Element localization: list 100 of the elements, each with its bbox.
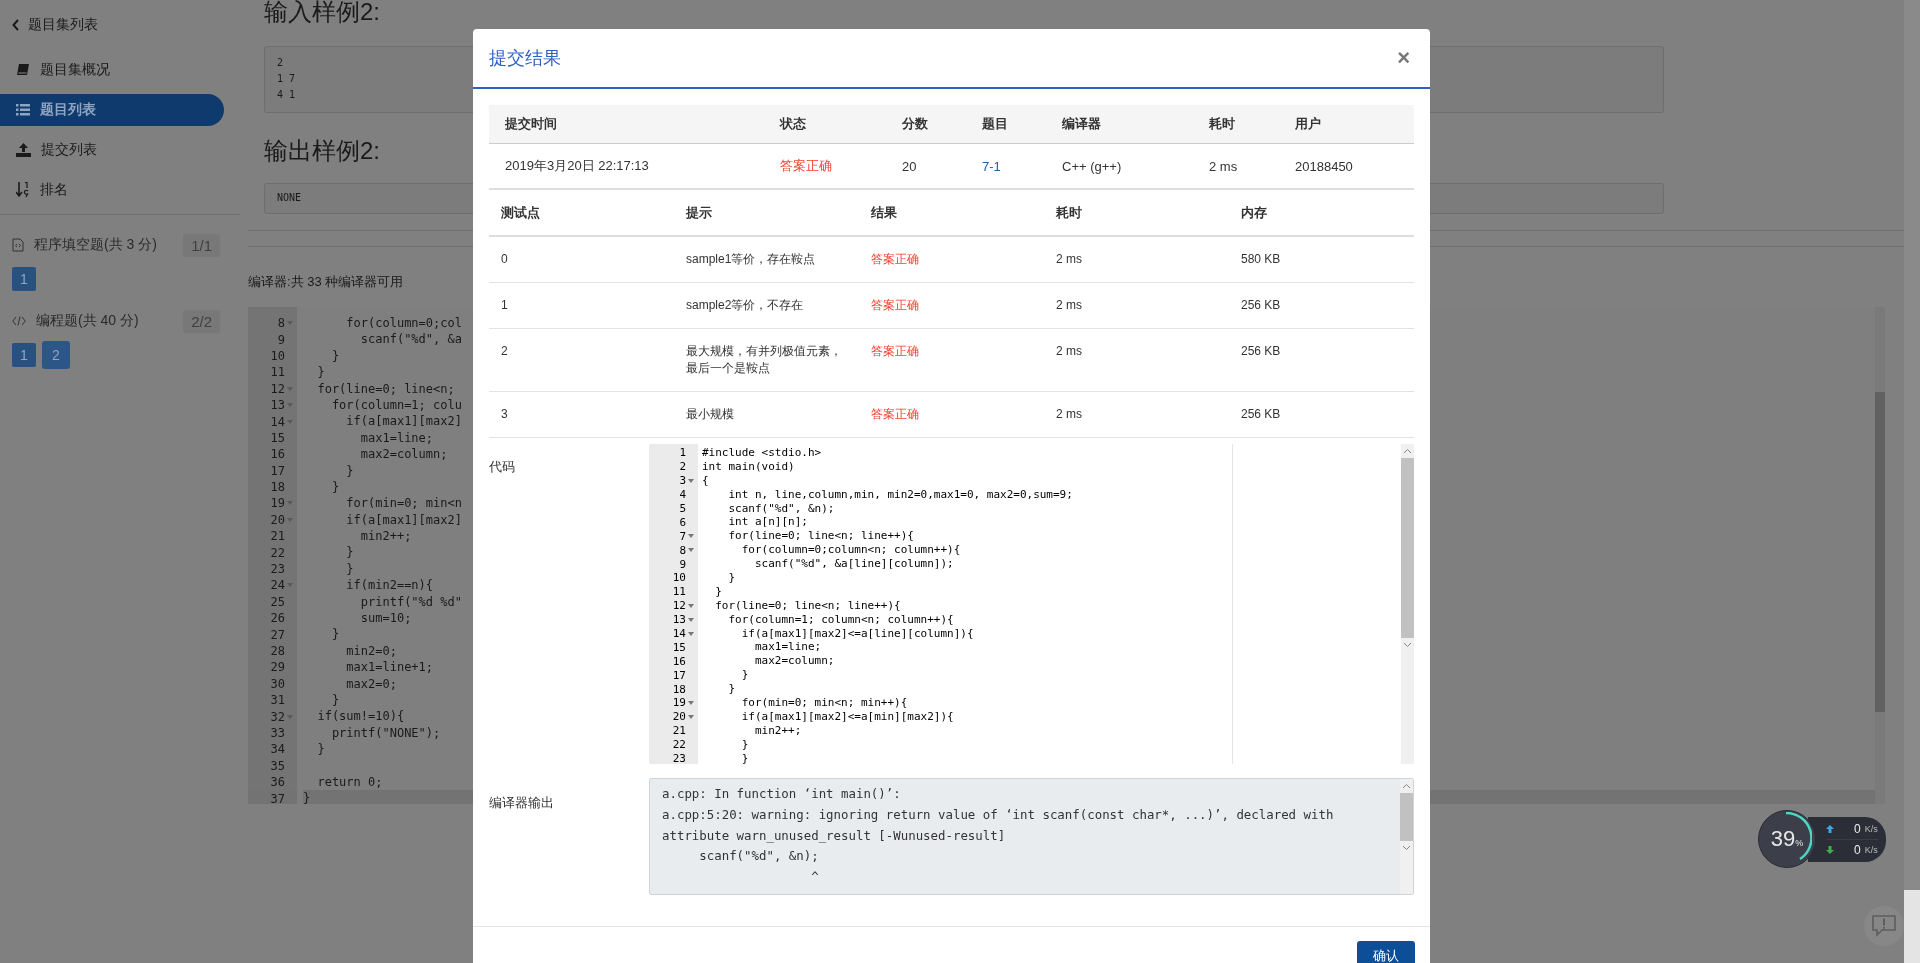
- cpu-gauge[interactable]: 39%: [1758, 810, 1816, 868]
- code-line: scanf("%d", &a: [359, 332, 462, 347]
- line-number: 11: [270, 365, 285, 380]
- code-line: if(sum!=10){: [316, 709, 405, 724]
- code-line: max2=column;: [359, 447, 448, 462]
- column-header: 题目: [982, 115, 1009, 133]
- upload-icon: [16, 143, 31, 157]
- code-line: return 0;: [316, 774, 383, 789]
- list-icon: [16, 104, 30, 116]
- code-line: max1=line;: [753, 640, 822, 654]
- fold-arrow-icon[interactable]: [688, 631, 694, 636]
- line-number: 23: [270, 562, 285, 577]
- section-heading: 输入样例2:: [264, 0, 381, 26]
- line-number: 17: [672, 668, 686, 682]
- scrollbar[interactable]: [1400, 779, 1413, 894]
- table-cell-text: 2 ms: [1056, 251, 1083, 268]
- line-number: 35: [270, 758, 285, 773]
- code-line: #include <stdio.h>: [702, 446, 822, 459]
- line-number: 24: [270, 578, 285, 593]
- code-line: int main(void): [702, 459, 795, 473]
- table-cell-text: 最大规模，有并列极值元素，最后一个是鞍点: [686, 343, 843, 377]
- back-link[interactable]: 题目集列表: [0, 14, 210, 36]
- code-line: min2=0;: [345, 643, 397, 658]
- problem-link[interactable]: 7-1: [982, 158, 1062, 174]
- problem-button[interactable]: 2: [42, 341, 70, 369]
- status-text: 答案正确: [780, 157, 833, 175]
- code-line: if(a[max1][max2]<=a[min][max2]){: [740, 709, 954, 723]
- code-line: }: [714, 584, 722, 598]
- line-number: 20: [270, 512, 285, 527]
- table-cell-text: 2019年3月20日 22:17:13: [505, 157, 650, 175]
- line-number: 31: [270, 693, 285, 708]
- table-cell-text: 580 KB: [1241, 251, 1282, 268]
- sidebar-item[interactable]: 题目集概况: [0, 54, 224, 86]
- fold-arrow-icon[interactable]: [688, 603, 694, 608]
- sidebar-item[interactable]: 提交列表: [0, 134, 224, 166]
- sort-icon: [16, 182, 30, 198]
- scrollbar[interactable]: [1401, 444, 1414, 764]
- fold-arrow-icon[interactable]: [688, 534, 694, 539]
- table-cell-text: 2: [501, 343, 509, 360]
- download-speed: 0: [1854, 842, 1861, 857]
- fold-arrow-icon[interactable]: [688, 700, 694, 705]
- sidebar-item[interactable]: 排名: [0, 174, 224, 206]
- confirm-button[interactable]: 确认: [1357, 941, 1415, 963]
- code-line: }: [316, 742, 325, 757]
- line-number: 1: [679, 446, 686, 460]
- line-number: 27: [270, 627, 285, 642]
- section-title: 编程题(共 40 分): [36, 312, 140, 330]
- page-scrollbar[interactable]: [1904, 0, 1920, 963]
- code-viewer[interactable]: [649, 444, 1414, 764]
- line-number: 30: [270, 676, 285, 691]
- document-icon: [12, 238, 24, 252]
- result-text: 答案正确: [871, 251, 920, 268]
- code-line: for(column=1; colu: [330, 397, 462, 412]
- scroll-up-icon[interactable]: [1402, 783, 1411, 789]
- code-line: }: [316, 365, 325, 380]
- line-number: 25: [270, 594, 285, 609]
- output-line: a.cpp:5:20: warning: ignoring return value of ‘int scanf(const char*, ...)’, declared with: [662, 806, 1334, 822]
- field-label: 代码: [489, 458, 516, 476]
- code-line: min2++;: [753, 723, 802, 737]
- arrow-up-icon: [1826, 824, 1834, 833]
- scrollbar[interactable]: [1875, 307, 1885, 804]
- scroll-down-icon[interactable]: [1402, 845, 1411, 851]
- fold-arrow-icon[interactable]: [688, 478, 694, 483]
- line-number: 18: [270, 480, 285, 495]
- code-line: }: [345, 561, 354, 576]
- code-line: if(a[max1][max2]: [345, 512, 462, 527]
- line-number: 9: [277, 332, 285, 347]
- column-header: 分数: [902, 115, 929, 133]
- column-header: 提交时间: [505, 115, 558, 133]
- code-line: min2++;: [359, 529, 412, 544]
- problem-button[interactable]: 1: [12, 343, 36, 367]
- fold-arrow-icon[interactable]: [688, 714, 694, 719]
- code-line: for(column=0;column<n; column++){: [740, 543, 961, 557]
- close-button[interactable]: ×: [1393, 45, 1414, 71]
- arrow-down-icon: [1826, 845, 1834, 854]
- line-number: 5: [679, 502, 686, 515]
- code-line: }: [727, 571, 736, 584]
- scroll-up-icon[interactable]: [1403, 448, 1412, 454]
- fold-arrow-icon[interactable]: [688, 548, 694, 553]
- code-line: }: [740, 751, 749, 764]
- line-number: 21: [270, 529, 285, 544]
- code-line: printf("NONE");: [330, 725, 441, 740]
- problem-button[interactable]: 1: [12, 267, 36, 291]
- code-line: scanf("%d", &n);: [727, 501, 835, 515]
- code-line: max1=line;: [359, 430, 434, 445]
- table-cell-text: 256 KB: [1241, 343, 1282, 360]
- table-cell-text: 2 ms: [1056, 343, 1083, 360]
- line-number: 21: [672, 724, 686, 738]
- sidebar-item[interactable]: 题目列表: [0, 94, 224, 126]
- fold-arrow-icon[interactable]: [688, 617, 694, 622]
- line-number: 26: [270, 611, 285, 626]
- table-cell-text: 256 KB: [1241, 297, 1282, 314]
- line-number: 9: [679, 557, 686, 571]
- line-number: 3: [679, 474, 686, 488]
- output-line: attribute warn_unused_result [-Wunused-result]: [662, 827, 1006, 843]
- alert-bubble-icon: [1872, 915, 1896, 937]
- scroll-down-icon[interactable]: [1403, 642, 1412, 648]
- count-badge: 1/1: [183, 233, 220, 257]
- feedback-button[interactable]: [1864, 906, 1904, 946]
- column-header: 耗时: [1209, 115, 1236, 133]
